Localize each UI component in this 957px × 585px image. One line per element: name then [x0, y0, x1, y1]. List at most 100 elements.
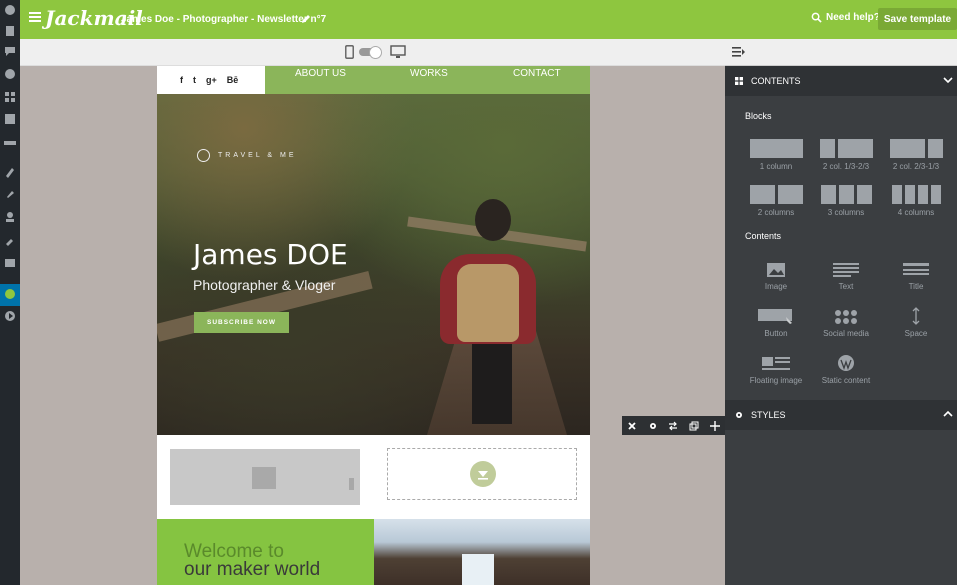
text-lines-icon — [810, 256, 882, 278]
two-columns-icon — [740, 182, 812, 204]
facebook-icon[interactable]: f — [180, 75, 183, 85]
wordpress-icon — [810, 350, 882, 372]
comments-icon[interactable] — [3, 44, 17, 58]
block-toolbar — [622, 416, 725, 435]
plugins-icon[interactable] — [3, 187, 17, 201]
brand-mark: TRAVEL & ME — [197, 149, 297, 162]
nav-about[interactable]: ABOUT US — [295, 68, 346, 79]
nav-works[interactable]: WORKS — [410, 68, 448, 79]
subscribe-button[interactable]: SUBSCRIBE NOW — [194, 312, 289, 333]
hero-backpack — [457, 264, 519, 342]
content-title[interactable]: Title — [880, 256, 952, 298]
hero-image[interactable]: TRAVEL & ME James DOE Photographer & Vlo… — [157, 94, 590, 435]
settings-icon[interactable] — [3, 256, 17, 270]
waterfall-stream — [462, 554, 494, 585]
panel-toggle-icon[interactable] — [732, 47, 745, 57]
content-social-media[interactable]: Social media — [810, 303, 882, 345]
help-link[interactable]: Need help? — [811, 12, 880, 23]
nav-contact[interactable]: CONTACT — [513, 68, 561, 79]
four-columns-icon — [880, 182, 952, 204]
help-circle-icon[interactable] — [3, 67, 17, 81]
block-3-columns[interactable]: 3 columns — [810, 182, 882, 224]
desktop-icon[interactable] — [390, 45, 406, 59]
swap-icon[interactable] — [668, 421, 678, 431]
content-floating-image[interactable]: Floating image — [740, 350, 812, 392]
top-bar: Jackmail James Doe - Photographer - News… — [20, 0, 957, 39]
help-label: Need help? — [826, 12, 880, 23]
content-label: Button — [764, 329, 788, 338]
one-column-icon — [740, 136, 812, 158]
duplicate-icon[interactable] — [689, 421, 699, 431]
dashboard-icon[interactable] — [3, 3, 17, 17]
woo-icon[interactable] — [3, 136, 17, 150]
content-button[interactable]: Button — [740, 303, 812, 345]
content-label: Text — [838, 282, 854, 291]
three-columns-icon — [810, 182, 882, 204]
block-label: 2 col. 2/3-1/3 — [892, 162, 940, 171]
content-space[interactable]: Space — [880, 303, 952, 345]
menu-icon[interactable] — [29, 12, 41, 22]
hero-name[interactable]: James DOE — [193, 238, 348, 271]
content-label: Image — [764, 282, 788, 291]
button-icon — [740, 303, 812, 325]
move-icon[interactable] — [709, 420, 720, 431]
editor-panel: CONTENTS Blocks 1 column 2 col. 1/3-2/3 … — [725, 39, 957, 585]
collapse-menu-icon[interactable] — [3, 309, 17, 323]
gear-icon[interactable] — [648, 421, 658, 431]
image-placeholder[interactable] — [170, 449, 360, 505]
chevron-down-icon[interactable] — [943, 75, 953, 85]
tools-icon[interactable] — [3, 233, 17, 247]
contents-section-header[interactable]: CONTENTS — [725, 66, 957, 96]
email-canvas[interactable]: f t g+ Bē ABOUT US WORKS CONTACT TRAVEL … — [157, 66, 590, 585]
gear-icon — [736, 412, 742, 418]
styles-head-label: STYLES — [751, 410, 786, 420]
image-placeholder-shape — [252, 467, 276, 489]
appearance-icon[interactable] — [3, 165, 17, 179]
block-2col-1-3-2-3[interactable]: 2 col. 1/3-2/3 — [810, 136, 882, 178]
googleplus-icon[interactable]: g+ — [206, 75, 217, 85]
grid-icon[interactable] — [3, 90, 17, 104]
behance-icon[interactable]: Bē — [227, 75, 239, 85]
welcome-block[interactable]: Welcome to our maker world — [157, 519, 374, 585]
styles-section-header[interactable]: STYLES — [725, 400, 957, 430]
panel-toolbar — [725, 39, 957, 66]
save-template-button[interactable]: Save template — [878, 8, 957, 30]
block-label: 4 columns — [897, 208, 935, 217]
download-icon — [470, 461, 496, 487]
twitter-icon[interactable]: t — [193, 75, 196, 85]
pencil-icon[interactable] — [301, 14, 311, 24]
block-1-column[interactable]: 1 column — [740, 136, 812, 178]
jackmail-menu-icon[interactable] — [3, 287, 17, 301]
two-col-narrow-wide-icon — [810, 136, 882, 158]
block-2col-2-3-1-3[interactable]: 2 col. 2/3-1/3 — [880, 136, 952, 178]
block-label: 2 columns — [757, 208, 795, 217]
block-label: 2 col. 1/3-2/3 — [822, 162, 870, 171]
globe-icon — [197, 149, 210, 162]
delete-icon[interactable] — [627, 421, 637, 431]
image-placeholder-bar — [349, 478, 354, 490]
hero-subtitle[interactable]: Photographer & Vloger — [193, 277, 335, 293]
content-static-content[interactable]: Static content — [810, 350, 882, 392]
pages-icon[interactable] — [3, 112, 17, 126]
block-label: 1 column — [759, 162, 793, 171]
users-icon[interactable] — [3, 210, 17, 224]
content-image[interactable]: Image — [740, 256, 812, 298]
admin-sidebar — [0, 0, 20, 585]
device-toggle[interactable] — [359, 46, 382, 59]
contents-title: Contents — [745, 231, 782, 241]
social-dots-icon — [810, 303, 882, 325]
two-col-wide-narrow-icon — [880, 136, 952, 158]
waterfall-image[interactable] — [374, 519, 590, 585]
block-2-columns[interactable]: 2 columns — [740, 182, 812, 224]
template-title[interactable]: James Doe - Photographer - Newsletter n°… — [121, 14, 326, 25]
drop-zone[interactable] — [387, 448, 577, 500]
chevron-up-icon[interactable] — [943, 409, 953, 419]
hero-person-legs — [472, 344, 512, 424]
contents-head-label: CONTENTS — [751, 76, 801, 86]
content-label: Title — [908, 282, 924, 291]
mobile-icon[interactable] — [345, 45, 354, 59]
blocks-title: Blocks — [745, 111, 772, 121]
content-text[interactable]: Text — [810, 256, 882, 298]
posts-icon[interactable] — [3, 24, 17, 38]
block-4-columns[interactable]: 4 columns — [880, 182, 952, 224]
